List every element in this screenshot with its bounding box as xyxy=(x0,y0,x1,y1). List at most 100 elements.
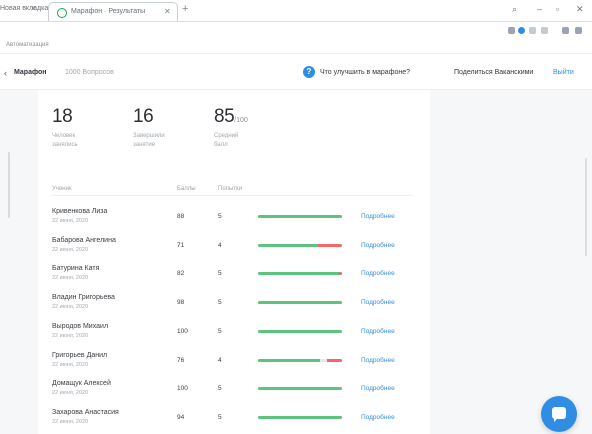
app-window: Новая вкладка ✕ Марафон · Результаты ✕ +… xyxy=(0,0,592,434)
left-gutter xyxy=(0,90,38,434)
new-tab-icon[interactable]: + xyxy=(182,3,188,15)
student-name: Бабарова Ангелина xyxy=(52,236,116,244)
back-arrow-icon[interactable]: ‹ xyxy=(4,68,7,78)
progress-correct xyxy=(258,215,342,218)
student-name: Выродов Михаил xyxy=(52,322,109,330)
table-row[interactable]: Выродов Михаил 22 июня, 2020 100 5 Подробнее xyxy=(38,323,430,351)
progress-bar xyxy=(258,415,342,419)
student-name: Домащук Алексей xyxy=(52,380,111,388)
row-attempts: 4 xyxy=(218,241,222,249)
logout-link[interactable]: Выйти xyxy=(553,69,574,76)
chat-button[interactable] xyxy=(541,396,577,432)
extension-icon[interactable] xyxy=(508,27,515,34)
profile-icon[interactable] xyxy=(518,27,525,34)
close-icon[interactable]: ✕ xyxy=(164,7,171,16)
tab-previous[interactable]: Новая вкладка xyxy=(0,5,48,12)
row-date: 22 июня, 2020 xyxy=(52,304,89,311)
table-row[interactable]: Батурина Катя 22 июня, 2020 82 5 Подробнее xyxy=(38,265,430,293)
row-attempts: 5 xyxy=(218,270,222,278)
close-window-icon[interactable]: ✕ xyxy=(576,4,584,15)
row-attempts: 4 xyxy=(218,356,222,364)
chat-bubble-tail xyxy=(554,418,558,422)
details-link[interactable]: Подробнее xyxy=(361,414,395,421)
stat-average-score: 85/100 Средний балл xyxy=(214,106,248,150)
progress-wrong xyxy=(327,358,342,362)
progress-bar xyxy=(258,387,342,391)
stat-label: Средний балл xyxy=(214,133,239,148)
extension-icon[interactable] xyxy=(541,27,548,34)
progress-bar xyxy=(258,329,342,333)
details-link[interactable]: Подробнее xyxy=(361,242,395,249)
maximize-icon[interactable]: ▫ xyxy=(556,4,559,14)
table-row[interactable]: Кривенкова Лиза 22 июня, 2020 88 5 Подробнее xyxy=(38,208,430,236)
row-date: 22 июня, 2020 xyxy=(52,332,89,339)
help-icon[interactable]: ? xyxy=(303,66,315,78)
stat-value: 85 xyxy=(214,106,235,127)
tab-active[interactable]: Марафон · Результаты ✕ xyxy=(48,2,178,22)
student-name: Захарова Анастасия xyxy=(52,408,119,416)
row-score: 76 xyxy=(177,356,185,364)
column-header-score[interactable]: Баллы xyxy=(177,186,196,192)
share-icon[interactable] xyxy=(562,27,569,34)
row-date: 22 июня, 2020 xyxy=(52,275,89,282)
details-link[interactable]: Подробнее xyxy=(361,357,395,364)
row-score: 82 xyxy=(177,270,185,278)
table-row[interactable]: Бабарова Ангелина 22 июня, 2020 71 4 Подробн… xyxy=(38,237,430,265)
column-header-attempts[interactable]: Попытки xyxy=(218,186,242,192)
row-attempts: 5 xyxy=(218,413,222,421)
table-row[interactable]: Захарова Анастасия 22 июня, 2020 94 5 Подроб… xyxy=(38,409,430,434)
row-score: 94 xyxy=(177,413,185,421)
progress-bar xyxy=(258,358,342,362)
progress-correct xyxy=(258,272,339,276)
menu-icon[interactable] xyxy=(575,27,582,34)
progress-bar xyxy=(258,243,342,247)
extension-icon[interactable] xyxy=(529,27,536,34)
row-date: 22 июня, 2020 xyxy=(52,218,89,224)
app-header: ‹ Марафон 1000 Вопросов ? Что улучшить в… xyxy=(0,58,592,90)
row-score: 88 xyxy=(177,213,185,220)
progress-correct xyxy=(258,358,320,362)
stat-participants: 18 Человек занялись xyxy=(52,106,78,150)
details-link[interactable]: Подробнее xyxy=(361,213,395,220)
page-scrollbar[interactable] xyxy=(585,158,587,256)
student-name: Владин Григорьева xyxy=(52,294,115,302)
minimize-icon[interactable]: – xyxy=(537,4,542,14)
search-icon[interactable]: ⌕ xyxy=(512,4,517,15)
browser-toolbar xyxy=(0,22,592,40)
details-link[interactable]: Подробнее xyxy=(361,270,395,277)
right-panel xyxy=(430,90,592,434)
progress-wrong xyxy=(339,272,342,276)
browser-tabstrip: Новая вкладка ✕ Марафон · Результаты ✕ +… xyxy=(0,0,592,22)
row-attempts: 5 xyxy=(218,327,222,335)
column-header-name[interactable]: Ученик xyxy=(52,186,72,192)
close-icon[interactable]: ✕ xyxy=(30,4,37,13)
help-link[interactable]: Что улучшить в марафоне? xyxy=(320,69,410,76)
progress-wrong xyxy=(318,243,342,247)
row-date: 22 июня, 2020 xyxy=(52,246,89,253)
table-divider xyxy=(52,195,412,196)
row-attempts: 5 xyxy=(218,385,222,393)
stat-value: 18 xyxy=(52,106,73,127)
bookmarks-bar: Автоматизация xyxy=(0,40,592,54)
stat-unit: /100 xyxy=(234,117,248,124)
left-scrollbar[interactable] xyxy=(8,152,10,218)
row-score: 100 xyxy=(177,385,188,393)
row-score: 98 xyxy=(177,299,185,307)
bookmark-item[interactable]: Автоматизация xyxy=(6,42,49,48)
student-name: Кривенкова Лиза xyxy=(52,208,108,215)
table-row[interactable]: Григорьев Данил 22 июня, 2020 76 4 Подробнее xyxy=(38,352,430,380)
row-date: 22 июня, 2020 xyxy=(52,418,89,425)
progress-bar xyxy=(258,272,342,276)
page-subtitle: 1000 Вопросов xyxy=(65,69,114,76)
table-row[interactable]: Домащук Алексей 22 июня, 2020 100 5 Подробне… xyxy=(38,380,430,408)
details-link[interactable]: Подробнее xyxy=(361,299,395,306)
progress-correct xyxy=(258,243,318,247)
share-link[interactable]: Поделиться Ваканскими xyxy=(454,69,533,76)
student-name: Батурина Катя xyxy=(52,265,100,273)
stat-label: Человек занялись xyxy=(52,133,78,148)
details-link[interactable]: Подробнее xyxy=(361,328,395,335)
details-link[interactable]: Подробнее xyxy=(361,385,395,392)
progress-bar xyxy=(258,215,342,218)
table-row[interactable]: Владин Григорьева 22 июня, 2020 98 5 Подробн… xyxy=(38,294,430,322)
row-score: 71 xyxy=(177,241,185,249)
